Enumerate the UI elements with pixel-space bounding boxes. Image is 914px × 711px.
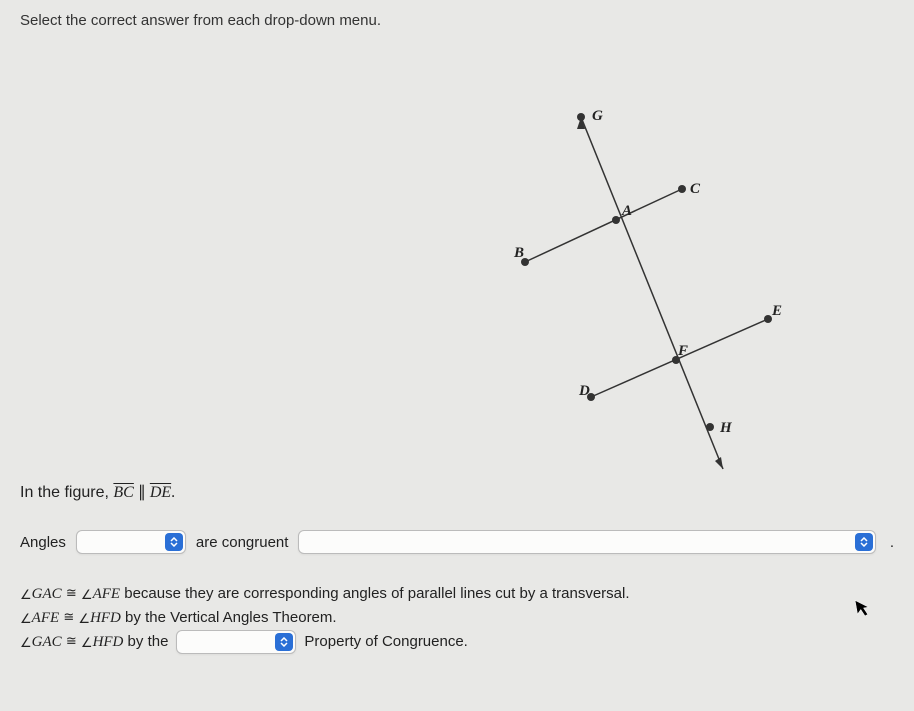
proof-line-3: ∠GAC ≅ ∠HFD by the Property of Congruenc… xyxy=(20,630,894,654)
angle-hfd: HFD xyxy=(90,610,121,626)
point-label-a: A xyxy=(621,203,632,219)
angle-symbol: ∠ xyxy=(20,587,32,602)
angle-symbol: ∠ xyxy=(81,587,93,602)
dropdown-angles-pair[interactable] xyxy=(76,530,186,554)
segment-bc: BC xyxy=(113,484,133,501)
congruent-symbol: ≅ xyxy=(66,633,77,648)
fill-sentence-1: Angles are congruent . xyxy=(20,530,894,554)
point-label-b: B xyxy=(513,245,524,261)
point-label-e: E xyxy=(771,303,782,319)
angle-symbol: ∠ xyxy=(81,635,93,650)
label-angles: Angles xyxy=(20,534,66,551)
proof-line3-bythe: by the xyxy=(123,633,168,650)
point-label-g: G xyxy=(592,108,603,124)
point-label-h: H xyxy=(719,420,733,436)
proof-line-2: ∠AFE ≅ ∠HFD by the Vertical Angles Theor… xyxy=(20,606,894,630)
parallel-symbol: ∥ xyxy=(134,484,150,501)
proof-line2-reason: by the Vertical Angles Theorem. xyxy=(121,609,337,626)
angle-symbol: ∠ xyxy=(78,611,90,626)
proof-line-1: ∠GAC ≅ ∠AFE because they are correspondi… xyxy=(20,582,894,606)
geometry-figure: G C A B E F D H xyxy=(20,37,894,472)
proof-line1-reason: because they are corresponding angles of… xyxy=(120,585,629,602)
angle-afe: AFE xyxy=(93,586,121,602)
segment-de: DE xyxy=(150,484,171,501)
dropdown-congruent-reason[interactable] xyxy=(298,530,875,554)
point-label-f: F xyxy=(677,343,688,359)
congruent-symbol: ≅ xyxy=(66,585,77,600)
angle-afe-2: AFE xyxy=(32,610,60,626)
label-are-congruent: are congruent xyxy=(196,534,289,551)
angle-gac-2: GAC xyxy=(32,634,62,650)
given-suffix: . xyxy=(171,484,175,501)
dropdown-property[interactable] xyxy=(176,630,296,654)
congruent-symbol: ≅ xyxy=(63,609,74,624)
given-prefix: In the figure, xyxy=(20,484,113,501)
updown-caret-icon xyxy=(165,533,183,551)
point-label-c: C xyxy=(690,181,701,197)
angle-symbol: ∠ xyxy=(20,635,32,650)
angle-symbol: ∠ xyxy=(20,611,32,626)
geometry-figure-container: G C A B E F D H xyxy=(20,37,894,472)
point-label-d: D xyxy=(578,383,590,399)
angle-hfd-2: HFD xyxy=(93,634,124,650)
proof-block: ∠GAC ≅ ∠AFE because they are correspondi… xyxy=(20,582,894,654)
updown-caret-icon xyxy=(855,533,873,551)
sentence1-period: . xyxy=(890,534,894,551)
proof-line3-suffix: Property of Congruence. xyxy=(304,630,467,654)
angle-gac: GAC xyxy=(32,586,62,602)
updown-caret-icon xyxy=(275,633,293,651)
instruction-text: Select the correct answer from each drop… xyxy=(20,12,894,29)
given-statement: In the figure, BC ∥ DE. xyxy=(20,482,894,502)
